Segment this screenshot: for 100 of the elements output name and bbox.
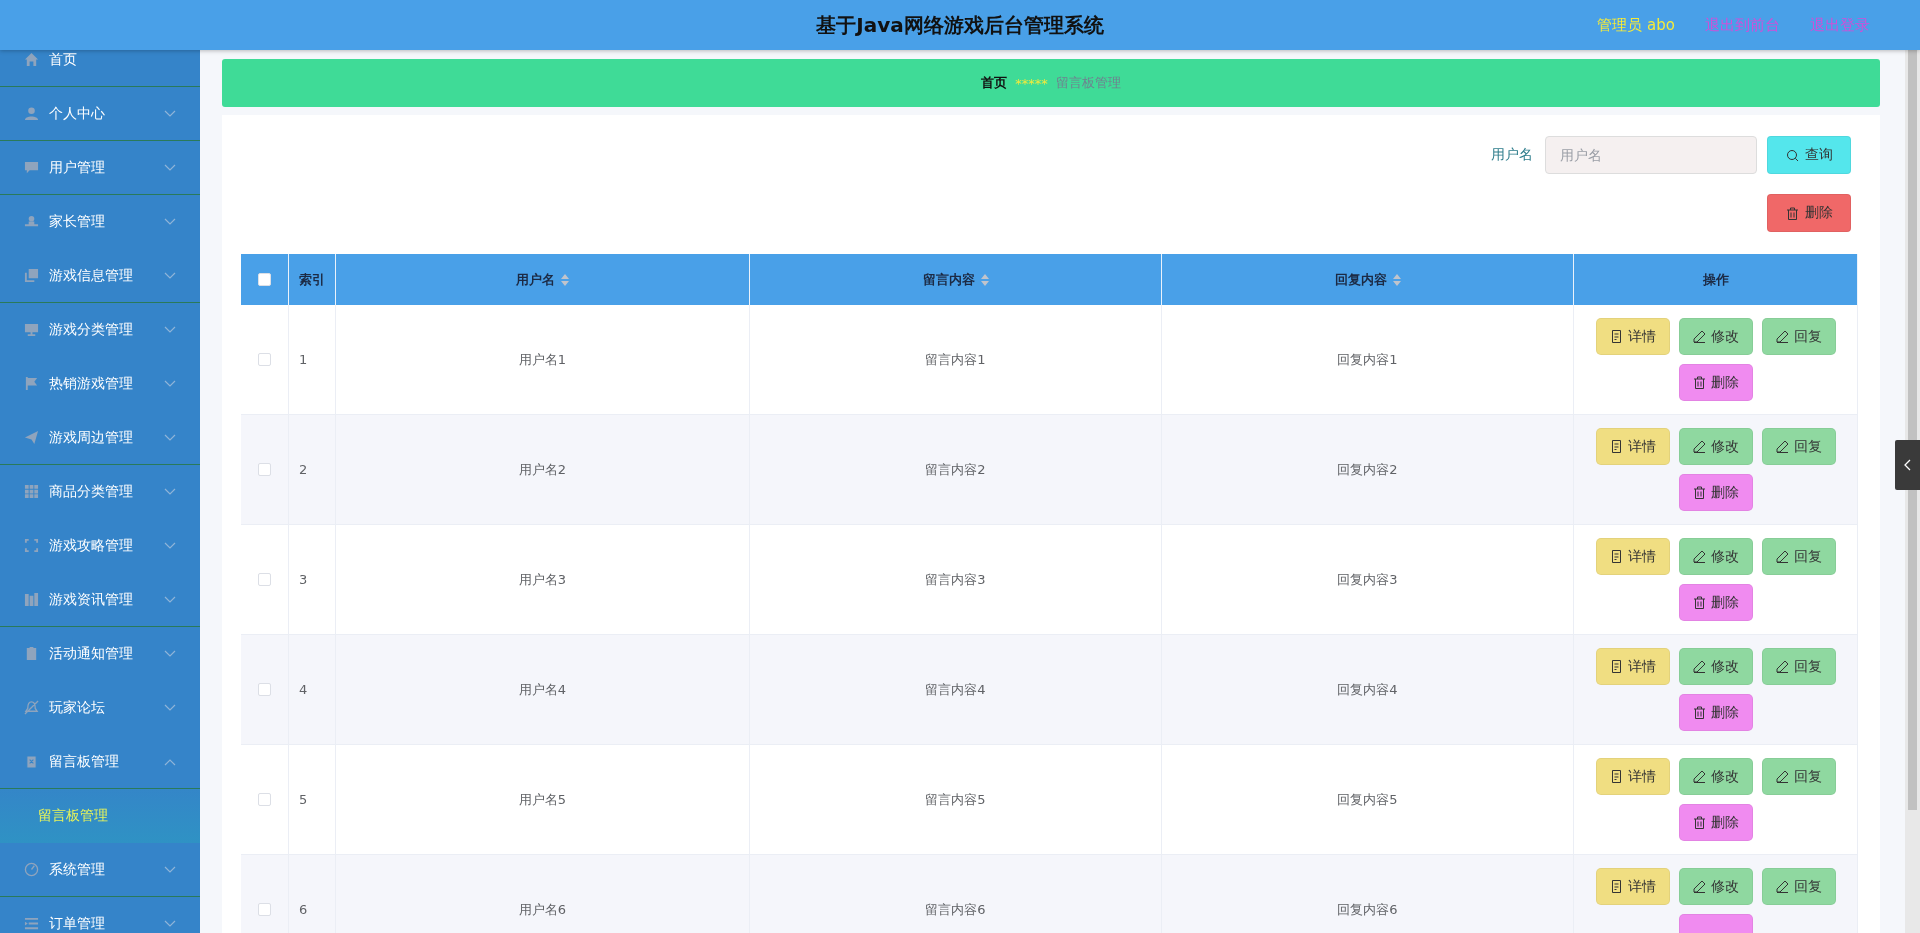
table-cell: 用户名6 [336, 855, 750, 933]
detail-button[interactable]: 详情 [1595, 758, 1670, 795]
collapse-tab[interactable] [1895, 440, 1920, 490]
column-header[interactable]: 用户名 [336, 254, 750, 305]
edit-button[interactable]: 回复 [1761, 758, 1836, 795]
row-checkbox[interactable] [258, 353, 271, 366]
row-checkbox[interactable] [258, 793, 271, 806]
chevron-down-icon [164, 703, 176, 712]
detail-button[interactable]: 详情 [1595, 648, 1670, 685]
table-cell: 用户名2 [336, 415, 750, 525]
sidebar-item[interactable]: 活动通知管理 [0, 627, 200, 681]
menu-icon [24, 592, 39, 607]
edit-button[interactable]: 修改 [1678, 868, 1753, 905]
detail-button[interactable]: 详情 [1595, 428, 1670, 465]
edit-button[interactable]: 修改 [1678, 318, 1753, 355]
scrollbar[interactable] [1905, 50, 1920, 933]
breadcrumb-home[interactable]: 首页 [981, 74, 1008, 92]
pencil-icon [1692, 880, 1706, 893]
search-icon [1785, 148, 1799, 162]
sidebar-item[interactable]: 个人中心 [0, 87, 200, 141]
edit-button[interactable]: 回复 [1761, 538, 1836, 575]
sort-icon[interactable] [980, 273, 989, 286]
edit-button[interactable]: 修改 [1678, 428, 1753, 465]
sidebar-item[interactable]: 游戏攻略管理 [0, 519, 200, 573]
column-header[interactable]: 留言内容 [750, 254, 1162, 305]
pencil-icon [1692, 440, 1706, 453]
document-icon [1609, 440, 1623, 453]
column-header: 操作 [1574, 254, 1858, 305]
chevron-down-icon [164, 271, 176, 280]
breadcrumb-separator: ***** [1015, 75, 1048, 91]
edit-button[interactable]: 回复 [1761, 648, 1836, 685]
sidebar-item[interactable]: 游戏信息管理 [0, 249, 200, 303]
chevron-down-icon [164, 163, 176, 172]
sidebar-item[interactable]: 热销游戏管理 [0, 357, 200, 411]
chevron-left-icon [1903, 459, 1912, 471]
chevron-down-icon [164, 433, 176, 442]
sidebar-item[interactable]: 游戏周边管理 [0, 411, 200, 465]
detail-button[interactable]: 详情 [1595, 868, 1670, 905]
row-checkbox[interactable] [258, 903, 271, 916]
row-checkbox[interactable] [258, 463, 271, 476]
search-button[interactable]: 查询 [1767, 136, 1851, 174]
pencil-icon [1692, 550, 1706, 563]
trash-icon [1692, 376, 1706, 389]
chevron-down-icon [164, 865, 176, 874]
menu-icon [24, 430, 39, 445]
row-checkbox[interactable] [258, 683, 271, 696]
chevron-up-icon [164, 757, 176, 766]
app-title: 基于Java网络游戏后台管理系统 [816, 11, 1104, 39]
sidebar-item[interactable]: 玩家论坛 [0, 681, 200, 735]
field-label: 用户名 [1491, 146, 1533, 164]
detail-button[interactable]: 详情 [1595, 318, 1670, 355]
sidebar-item[interactable]: 家长管理 [0, 195, 200, 249]
delete-button[interactable]: 删除 [1678, 694, 1753, 731]
chevron-down-icon [164, 379, 176, 388]
pencil-icon [1775, 330, 1789, 343]
pencil-icon [1775, 770, 1789, 783]
menu-icon [24, 862, 39, 877]
column-header[interactable]: 回复内容 [1162, 254, 1574, 305]
edit-button[interactable]: 回复 [1761, 428, 1836, 465]
menu-icon [24, 700, 39, 715]
delete-button[interactable]: 删除 [1678, 584, 1753, 621]
username-field[interactable]: 用户名 [1545, 136, 1757, 174]
table-cell: 用户名4 [336, 635, 750, 745]
sidebar-item[interactable]: 游戏资讯管理 [0, 573, 200, 627]
sidebar-item[interactable]: 订单管理 [0, 897, 200, 933]
sidebar-item[interactable]: 用户管理 [0, 141, 200, 195]
menu-icon [24, 106, 39, 121]
menu-icon [24, 646, 39, 661]
row-checkbox[interactable] [258, 573, 271, 586]
table-cell: 回复内容4 [1162, 635, 1574, 745]
menu-icon [24, 160, 39, 175]
sidebar-item[interactable]: 商品分类管理 [0, 465, 200, 519]
chevron-down-icon [164, 649, 176, 658]
table-cell: 4 [289, 635, 336, 745]
delete-button[interactable]: 删除 [1678, 364, 1753, 401]
delete-button[interactable]: 删除 [1678, 804, 1753, 841]
detail-button[interactable]: 详情 [1595, 538, 1670, 575]
trash-icon [1785, 206, 1799, 220]
trash-icon [1692, 596, 1706, 609]
select-all-checkbox[interactable] [258, 273, 271, 286]
edit-button[interactable]: 修改 [1678, 648, 1753, 685]
delete-button[interactable]: 删除 [1767, 194, 1851, 232]
menu-icon [24, 376, 39, 391]
sidebar-item[interactable]: 首页 [0, 50, 200, 87]
edit-button[interactable]: 修改 [1678, 538, 1753, 575]
pencil-icon [1692, 660, 1706, 673]
edit-button[interactable]: 回复 [1761, 868, 1836, 905]
document-icon [1609, 660, 1623, 673]
trash-icon [1692, 486, 1706, 499]
sort-icon[interactable] [561, 273, 569, 286]
trash-icon [1692, 816, 1706, 829]
pencil-icon [1775, 550, 1789, 563]
chevron-down-icon [164, 109, 176, 118]
edit-button[interactable]: 回复 [1761, 318, 1836, 355]
delete-button[interactable]: 删除 [1678, 474, 1753, 511]
sort-icon[interactable] [1392, 273, 1401, 286]
sidebar-item[interactable]: 游戏分类管理 [0, 303, 200, 357]
chevron-down-icon [164, 487, 176, 496]
edit-button[interactable]: 修改 [1678, 758, 1753, 795]
sidebar-item[interactable]: 系统管理 [0, 843, 200, 897]
